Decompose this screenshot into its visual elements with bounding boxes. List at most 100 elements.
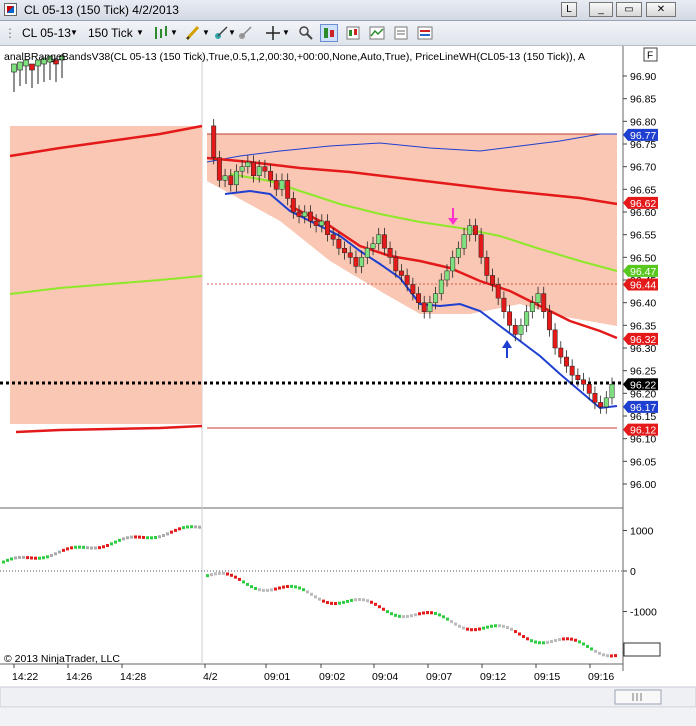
indicator-dot <box>426 611 429 615</box>
horizontal-scrollbar[interactable] <box>0 686 696 708</box>
indicators-icon[interactable] <box>368 24 386 42</box>
candle-body <box>256 166 262 176</box>
indicator-dot <box>530 639 533 643</box>
indicator-dot <box>26 556 29 560</box>
chart-trader-icon[interactable] <box>416 24 434 42</box>
marker-dropdown-icon[interactable]: ▼ <box>228 24 236 42</box>
candle-body <box>512 325 518 335</box>
candle-body <box>387 248 393 258</box>
indicator-dot <box>602 653 605 657</box>
candle-body <box>29 63 35 71</box>
bar-type-icon[interactable] <box>152 24 170 42</box>
time-tick-label: 14:22 <box>12 671 38 683</box>
crosshair-icon[interactable] <box>264 24 282 42</box>
indicator-dot <box>182 526 185 530</box>
indicator-dot <box>526 637 529 641</box>
candle-body <box>319 220 325 226</box>
indicator-dot <box>466 627 469 631</box>
candle-body <box>370 243 376 249</box>
candle-body <box>239 166 245 172</box>
indicator-dot <box>494 624 497 628</box>
candle-body <box>245 161 251 167</box>
candle-body <box>347 252 353 258</box>
indicator-dot <box>158 535 161 539</box>
crosshair-dropdown-icon[interactable]: ▼ <box>282 24 290 42</box>
indicator-dot <box>326 601 329 605</box>
indicator-dot <box>410 614 413 618</box>
instrument-dropdown-icon[interactable]: ▼ <box>70 24 78 42</box>
indicator-dot <box>222 571 225 575</box>
indicator-dot <box>90 546 93 550</box>
indicator-dot <box>50 553 53 557</box>
indicator-dot <box>322 599 325 603</box>
f-button-label: F <box>647 51 653 62</box>
candle-body <box>541 293 547 312</box>
indicator-dot <box>514 630 517 634</box>
price-tick-label: 96.25 <box>630 366 656 378</box>
indicator-dot <box>490 624 493 628</box>
draw-dropdown-icon[interactable]: ▼ <box>202 24 210 42</box>
candle-body <box>518 325 524 335</box>
minimize-button[interactable]: _ <box>589 2 613 17</box>
indicator-dot <box>550 640 553 644</box>
price-tick-label: 96.80 <box>630 116 656 128</box>
candle-body <box>330 234 336 240</box>
bar-type-dropdown-icon[interactable]: ▼ <box>170 24 178 42</box>
candle-body <box>421 302 427 312</box>
indicator-dot <box>38 556 41 560</box>
close-button[interactable]: ✕ <box>646 2 676 17</box>
indicator-dot <box>74 545 77 549</box>
instrument-selector[interactable]: CL 05-13 <box>22 24 71 42</box>
indicator-dot <box>170 530 173 534</box>
candle-body <box>467 225 473 235</box>
indicator-dot <box>106 543 109 547</box>
indicator-dot <box>438 613 441 617</box>
draw-pencil-icon[interactable] <box>184 24 202 42</box>
status-strip <box>0 708 696 726</box>
lower-tick-label: 0 <box>630 566 636 578</box>
indicator-dot <box>178 527 181 531</box>
strategies-icon[interactable] <box>344 24 362 42</box>
candle-body <box>478 234 484 258</box>
indicator-dot <box>282 585 285 589</box>
scrollbar-thumb[interactable] <box>614 689 662 705</box>
candle-body <box>546 311 552 331</box>
candle-body <box>325 220 330 235</box>
data-box-icon[interactable] <box>392 24 410 42</box>
candle-body <box>484 257 490 276</box>
indicator-dot <box>118 538 121 542</box>
indicator-dot <box>230 573 233 577</box>
candle-body <box>251 161 256 176</box>
indicator-dot <box>522 635 525 639</box>
indicator-dot <box>586 644 589 648</box>
indicator-dot <box>254 586 257 590</box>
indicator-dot <box>302 588 305 592</box>
time-tick-label: 14:26 <box>66 671 92 683</box>
candle-body <box>11 63 17 73</box>
price-chart[interactable]: analBRangeBandsV38(CL 05-13 (150 Tick),T… <box>0 46 696 726</box>
interval-selector[interactable]: 150 Tick <box>88 24 133 42</box>
chart-properties-icon[interactable] <box>320 24 338 42</box>
indicator-dot <box>6 558 9 562</box>
time-tick-label: 4/2 <box>203 671 218 683</box>
price-tag-label: 96.12 <box>630 425 656 437</box>
candle-body <box>603 397 609 408</box>
candle-body <box>501 297 507 312</box>
indicator-dot <box>462 626 465 630</box>
indicator-dot <box>226 572 229 576</box>
remove-marker-icon[interactable] <box>236 24 254 42</box>
indicator-dot <box>498 624 501 628</box>
interval-dropdown-icon[interactable]: ▼ <box>136 24 144 42</box>
maximize-button[interactable]: ▭ <box>616 2 642 17</box>
indicator-dot <box>430 611 433 615</box>
price-tag-label: 96.44 <box>630 280 656 292</box>
candle-body <box>529 302 535 312</box>
lock-button[interactable]: L <box>561 2 577 17</box>
indicator-dot <box>502 624 505 628</box>
indicator-dot <box>246 582 249 586</box>
indicator-dot <box>10 557 13 561</box>
indicator-dot <box>218 571 221 575</box>
zoom-icon[interactable] <box>297 24 315 42</box>
candle-body <box>222 175 228 181</box>
price-tick-label: 96.35 <box>630 320 656 332</box>
